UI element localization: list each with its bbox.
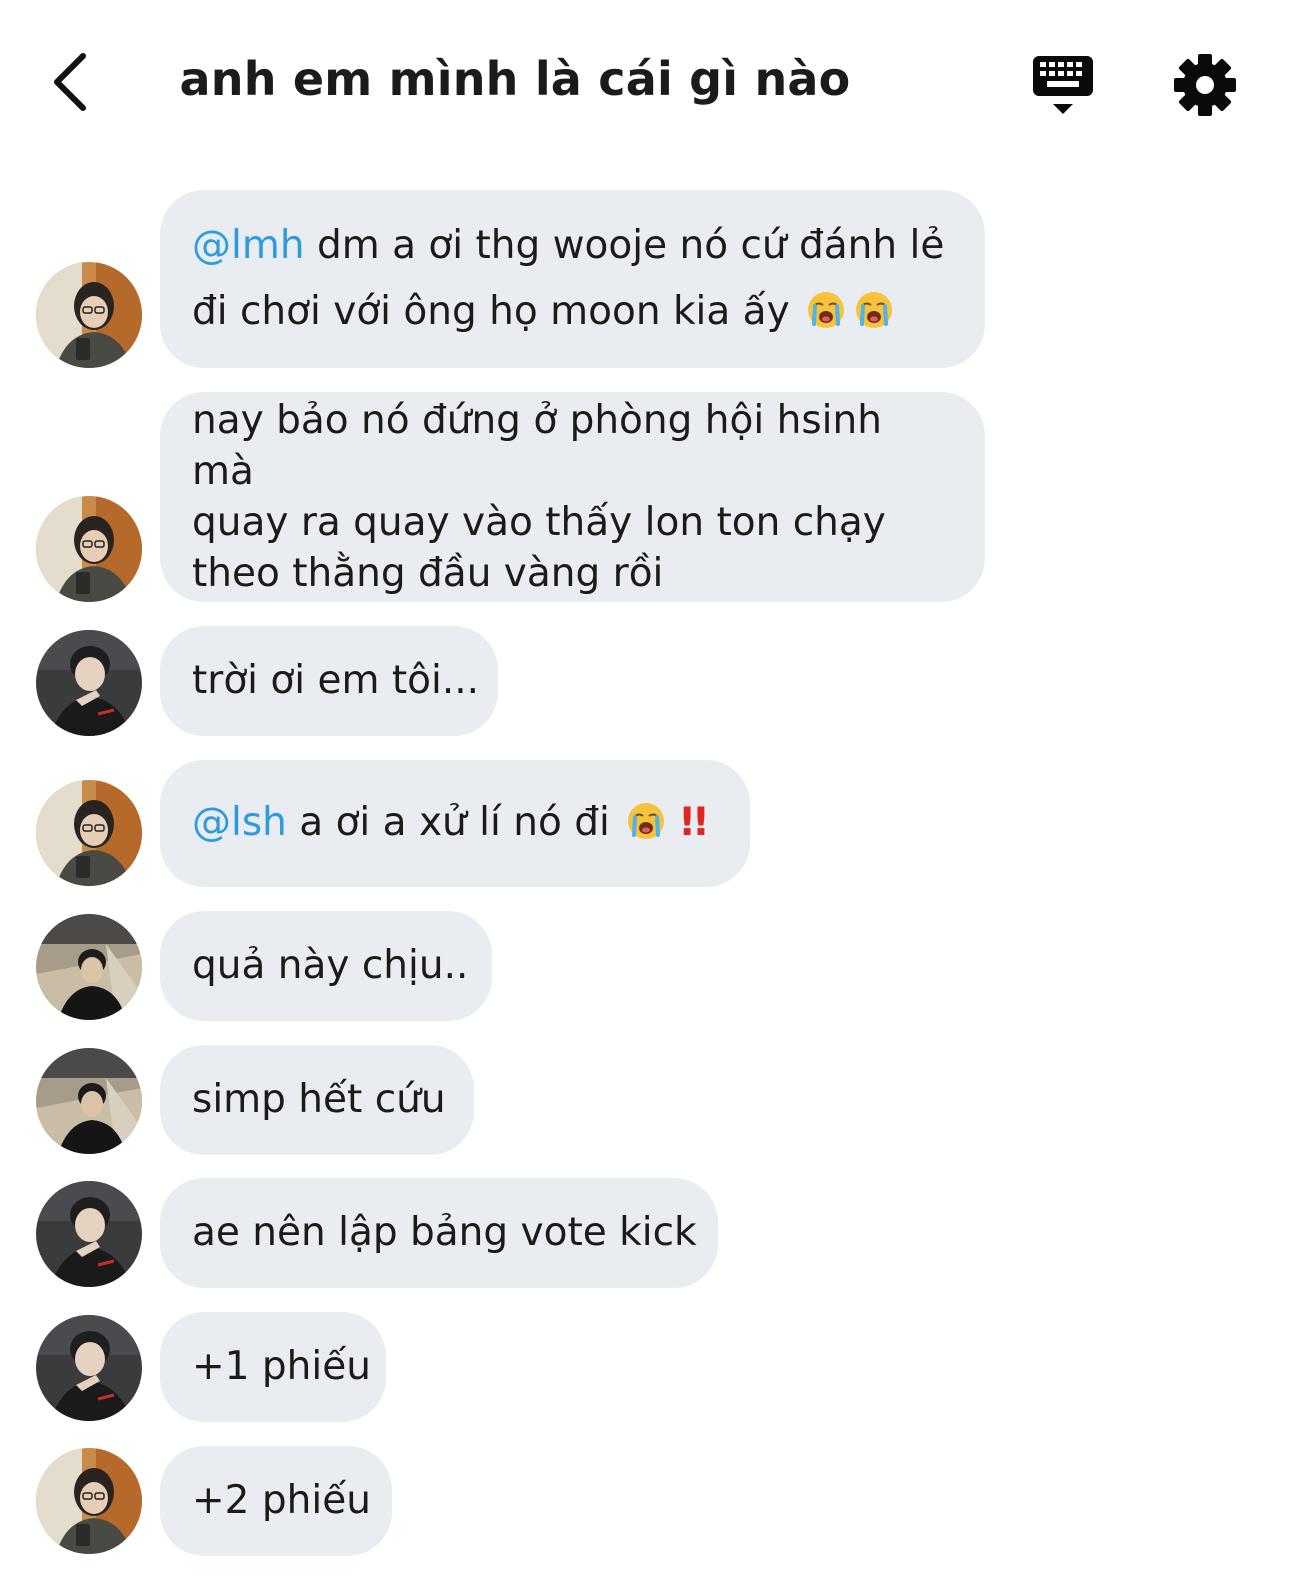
avatar[interactable]	[36, 1048, 142, 1154]
message-bubble[interactable]: nay bảo nó đứng ở phòng hội hsinh mà qua…	[160, 392, 985, 602]
message-text: trời ơi em tôi...	[192, 657, 480, 703]
chat-title: anh em mình là cái gì nào	[179, 52, 851, 106]
mention-link[interactable]: @lsh	[192, 800, 287, 845]
message-text: quả này chịu..	[192, 942, 469, 988]
message-row: trời ơi em tôi...	[0, 626, 1290, 736]
message-text: a ơi a xử lí nó đi	[286, 800, 610, 846]
message-text: simp hết cứu	[192, 1076, 446, 1122]
message-line: quay ra quay vào thấy lon ton chạy	[192, 500, 886, 545]
message-row: @lsh a ơi a xử lí nó đi !!	[0, 760, 1290, 887]
gear-icon	[1174, 54, 1236, 116]
keyboard-button[interactable]	[1025, 48, 1103, 122]
message-bubble[interactable]: @lmh dm a ơi thg wooje nó cứ đánh lẻ đi …	[160, 190, 985, 368]
avatar[interactable]	[36, 780, 142, 886]
keyboard-icon	[1033, 56, 1093, 114]
avatar[interactable]	[36, 1181, 142, 1287]
message-row: @lmh dm a ơi thg wooje nó cứ đánh lẻ đi …	[0, 190, 1290, 368]
message-row: +2 phiếu	[0, 1446, 1290, 1556]
message-bubble[interactable]: +2 phiếu	[160, 1446, 392, 1556]
message-text: ae nên lập bảng vote kick	[192, 1209, 697, 1255]
message-row: nay bảo nó đứng ở phòng hội hsinh mà qua…	[0, 392, 1290, 602]
message-text: +1 phiếu	[192, 1343, 371, 1389]
avatar[interactable]	[36, 630, 142, 736]
message-line: nay bảo nó đứng ở phòng hội hsinh mà	[192, 398, 882, 494]
message-bubble[interactable]: +1 phiếu	[160, 1312, 386, 1422]
avatar[interactable]	[36, 496, 142, 602]
settings-button[interactable]	[1168, 48, 1242, 122]
avatar[interactable]	[36, 262, 142, 368]
message-row: ae nên lập bảng vote kick	[0, 1178, 1290, 1288]
message-bubble[interactable]: trời ơi em tôi...	[160, 626, 498, 736]
double-exclamation-icon: !!	[678, 800, 710, 846]
message-bubble[interactable]: ae nên lập bảng vote kick	[160, 1178, 718, 1288]
mention-link[interactable]: @lmh	[192, 223, 305, 268]
chat-header: anh em mình là cái gì nào	[0, 0, 1290, 170]
avatar[interactable]	[36, 914, 142, 1020]
avatar[interactable]	[36, 1448, 142, 1554]
message-bubble[interactable]: quả này chịu..	[160, 911, 492, 1021]
crying-face-icon	[626, 801, 666, 841]
message-bubble[interactable]: @lsh a ơi a xử lí nó đi !!	[160, 760, 750, 887]
message-row: simp hết cứu	[0, 1045, 1290, 1155]
crying-face-icon	[854, 290, 894, 330]
crying-face-icon	[806, 290, 846, 330]
message-bubble[interactable]: simp hết cứu	[160, 1045, 474, 1155]
avatar[interactable]	[36, 1315, 142, 1421]
message-text: dm a ơi thg wooje nó cứ đánh lẻ	[304, 223, 945, 268]
message-row: +1 phiếu	[0, 1312, 1290, 1422]
message-row: quả này chịu..	[0, 911, 1290, 1021]
message-line: theo thằng đầu vàng rồi	[192, 551, 664, 596]
message-text: +2 phiếu	[192, 1477, 371, 1523]
message-text: đi chơi với ông họ moon kia ấy	[192, 289, 790, 334]
